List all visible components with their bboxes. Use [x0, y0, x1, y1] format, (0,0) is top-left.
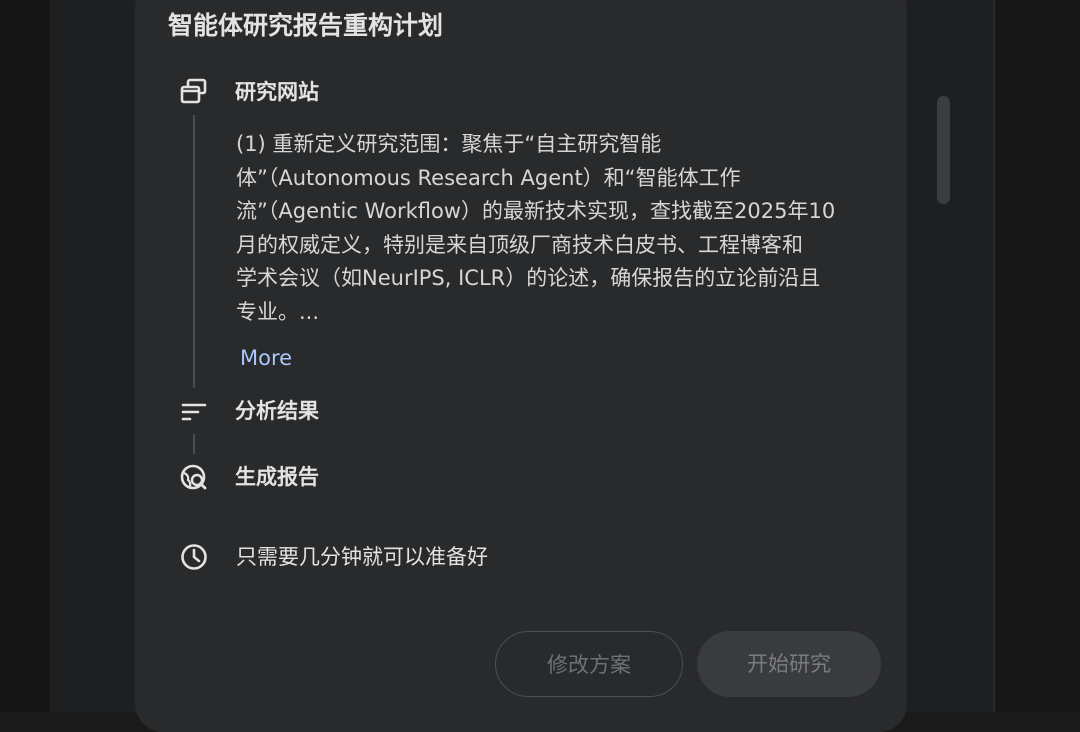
description-line: 学术会议（如NeurIPS, ICLR）的论述，确保报告的立论前沿且 — [236, 266, 821, 290]
clock-icon — [181, 544, 207, 570]
globe-search-icon — [180, 464, 207, 490]
sort-lines-icon — [181, 403, 207, 421]
start-research-button[interactable]: 开始研究 — [697, 631, 881, 697]
right-divider — [993, 0, 995, 712]
browser-windows-icon — [180, 78, 207, 104]
timeline-connector — [193, 115, 195, 388]
edit-plan-button[interactable]: 修改方案 — [495, 631, 683, 697]
left-margin — [0, 0, 50, 712]
scrollbar-thumb[interactable] — [937, 96, 950, 204]
description-line: 体”（Autonomous Research Agent）和“智能体工作 — [236, 165, 741, 190]
plan-title: 智能体研究报告重构计划 — [168, 11, 444, 40]
description-line: 流”（Agentic Workflow）的最新技术实现，查找截至2025年10 — [236, 199, 836, 223]
step-analyze-results: 分析结果 — [235, 399, 319, 423]
description-line: (1) 重新定义研究范围：聚焦于“自主研究智能 — [236, 132, 662, 156]
description-line: 专业。... — [236, 299, 320, 324]
step-description: (1) 重新定义研究范围：聚焦于“自主研究智能 体”（Autonomous Re… — [236, 128, 886, 329]
more-link[interactable]: More — [240, 342, 292, 374]
step-research-websites: 研究网站 — [235, 80, 319, 104]
timeline-connector — [193, 434, 195, 454]
time-estimate: 只需要几分钟就可以准备好 — [236, 545, 488, 569]
right-margin — [995, 0, 1080, 712]
step-generate-report: 生成报告 — [235, 465, 319, 489]
description-line: 月的权威定义，特别是来自顶级厂商技术白皮书、工程博客和 — [236, 232, 803, 257]
